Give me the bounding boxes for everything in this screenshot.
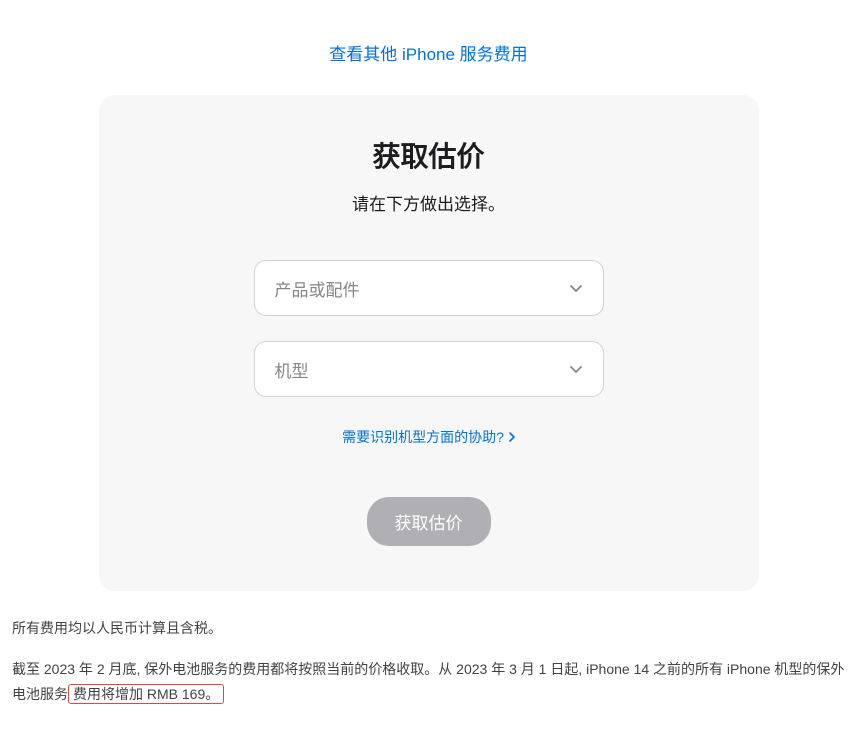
footer-line1: 所有费用均以人民币计算且含税。 <box>12 616 845 641</box>
chevron-down-icon <box>569 281 583 295</box>
product-select-placeholder: 产品或配件 <box>275 276 360 301</box>
get-estimate-button[interactable]: 获取估价 <box>367 497 491 546</box>
top-link-container: 查看其他 iPhone 服务费用 <box>0 0 857 95</box>
chevron-right-icon <box>509 429 515 445</box>
card-title: 获取估价 <box>149 135 709 175</box>
chevron-down-icon <box>569 362 583 376</box>
price-increase-highlight: 费用将增加 RMB 169。 <box>68 684 224 704</box>
model-select-wrapper: 机型 <box>254 341 604 397</box>
model-select-placeholder: 机型 <box>275 357 309 382</box>
footer-text: 所有费用均以人民币计算且含税。 截至 2023 年 2 月底, 保外电池服务的费… <box>0 591 857 729</box>
model-select[interactable]: 机型 <box>254 341 604 397</box>
product-select[interactable]: 产品或配件 <box>254 260 604 316</box>
product-select-wrapper: 产品或配件 <box>254 260 604 316</box>
card-subtitle: 请在下方做出选择。 <box>149 190 709 215</box>
footer-line2: 截至 2023 年 2 月底, 保外电池服务的费用都将按照当前的价格收取。从 2… <box>12 657 845 707</box>
other-services-link[interactable]: 查看其他 iPhone 服务费用 <box>329 45 527 64</box>
submit-button-wrapper: 获取估价 <box>149 497 709 546</box>
help-link-label: 需要识别机型方面的协助? <box>342 427 504 447</box>
estimate-card: 获取估价 请在下方做出选择。 产品或配件 机型 需要识别机型方面的协助? <box>99 95 759 591</box>
help-link[interactable]: 需要识别机型方面的协助? <box>342 427 515 447</box>
